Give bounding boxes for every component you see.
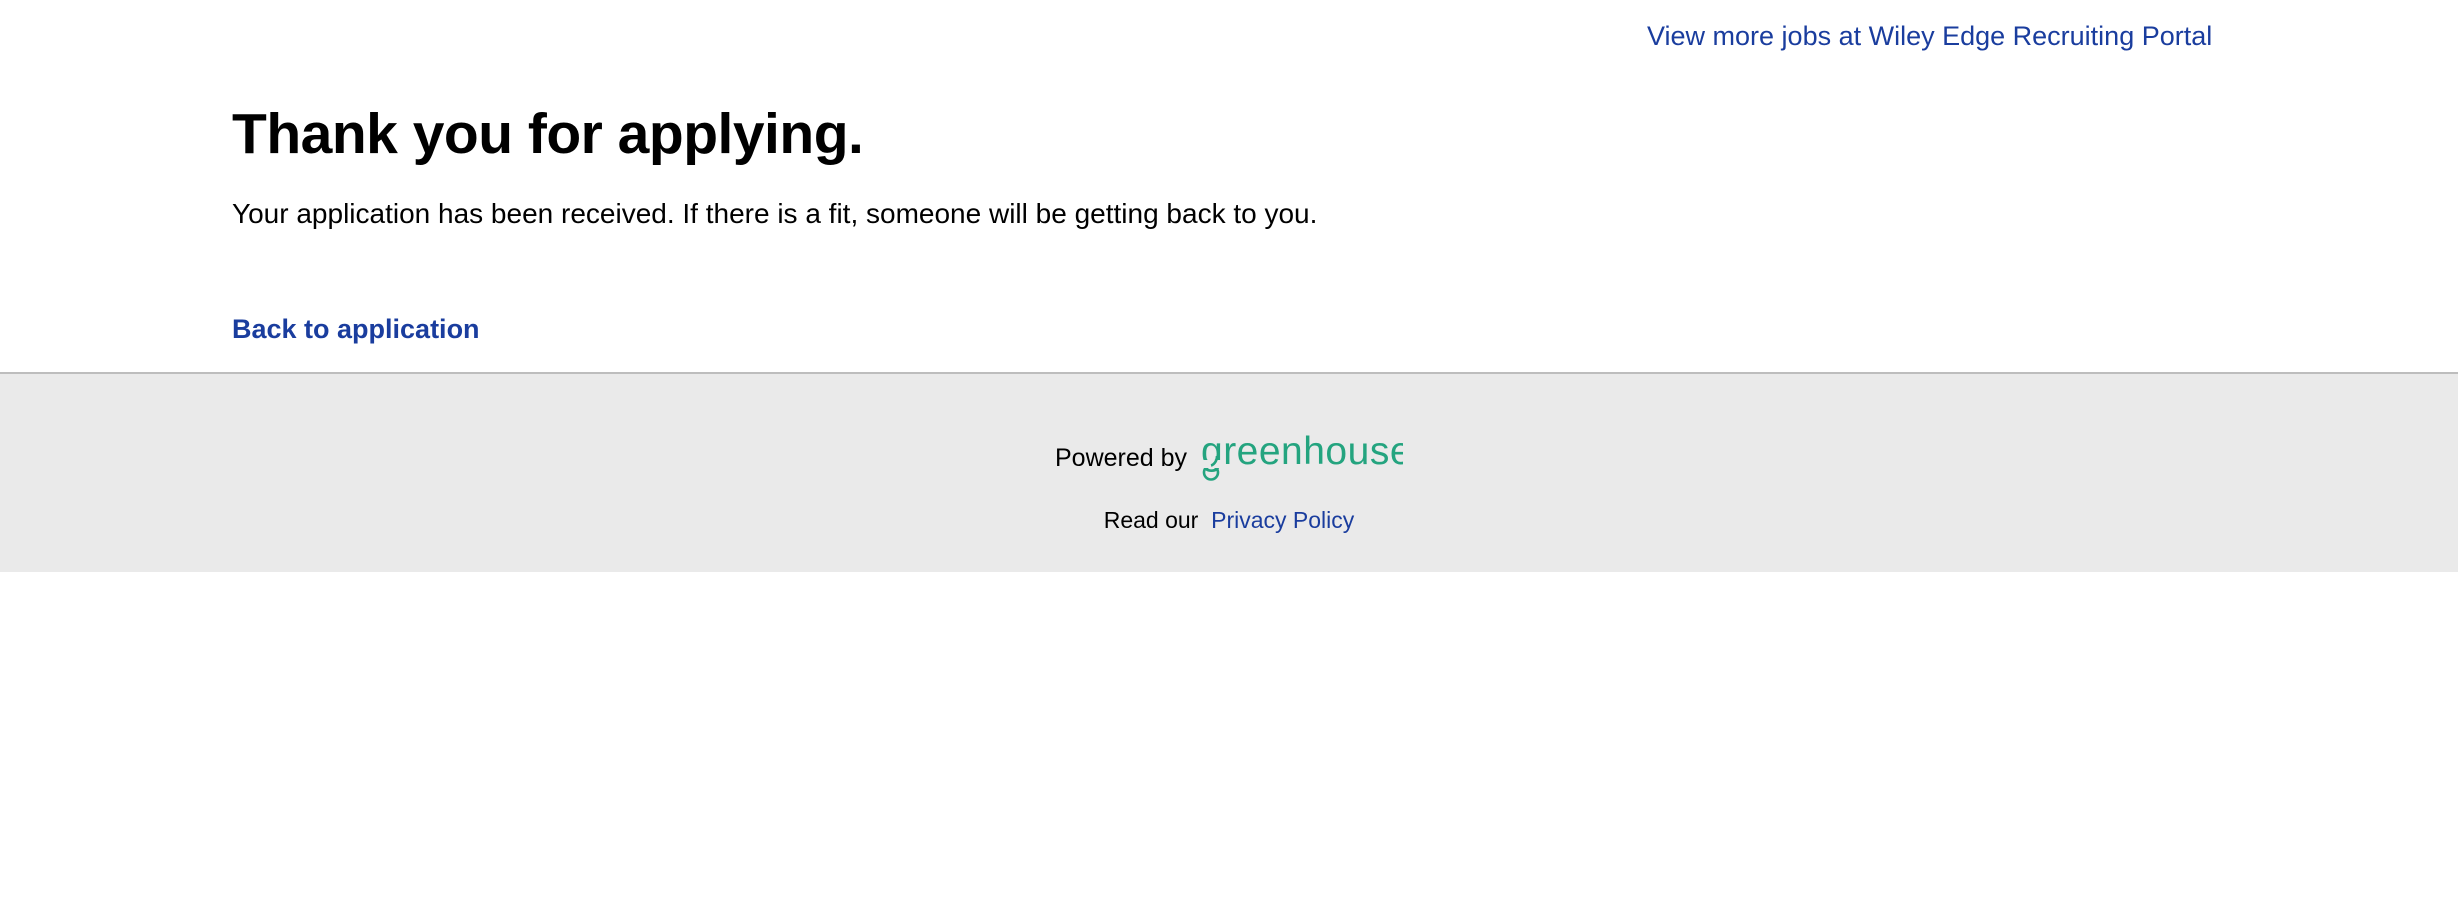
confirmation-page: View more jobs at Wiley Edge Recruiting …: [0, 0, 2458, 918]
back-to-application-link[interactable]: Back to application: [232, 311, 480, 347]
view-more-jobs-link[interactable]: View more jobs at Wiley Edge Recruiting …: [1647, 18, 2212, 54]
confirmation-message: Your application has been received. If t…: [232, 198, 1318, 229]
powered-by-label: Powered by: [1054, 444, 1188, 472]
greenhouse-logo-icon[interactable]: greenhouse: [1201, 430, 1412, 482]
page-title: Thank you for applying.: [232, 102, 864, 166]
privacy-policy-link[interactable]: Privacy Policy: [1211, 507, 1354, 533]
greenhouse-wordmark: greenhouse: [1201, 434, 1403, 473]
footer: Powered by greenhouse Read our Privacy P…: [0, 372, 2458, 572]
privacy-row: Read our Privacy Policy: [0, 504, 2458, 536]
powered-by-row: Powered by greenhouse: [0, 428, 2458, 488]
privacy-prefix: Read our: [1103, 507, 1205, 533]
